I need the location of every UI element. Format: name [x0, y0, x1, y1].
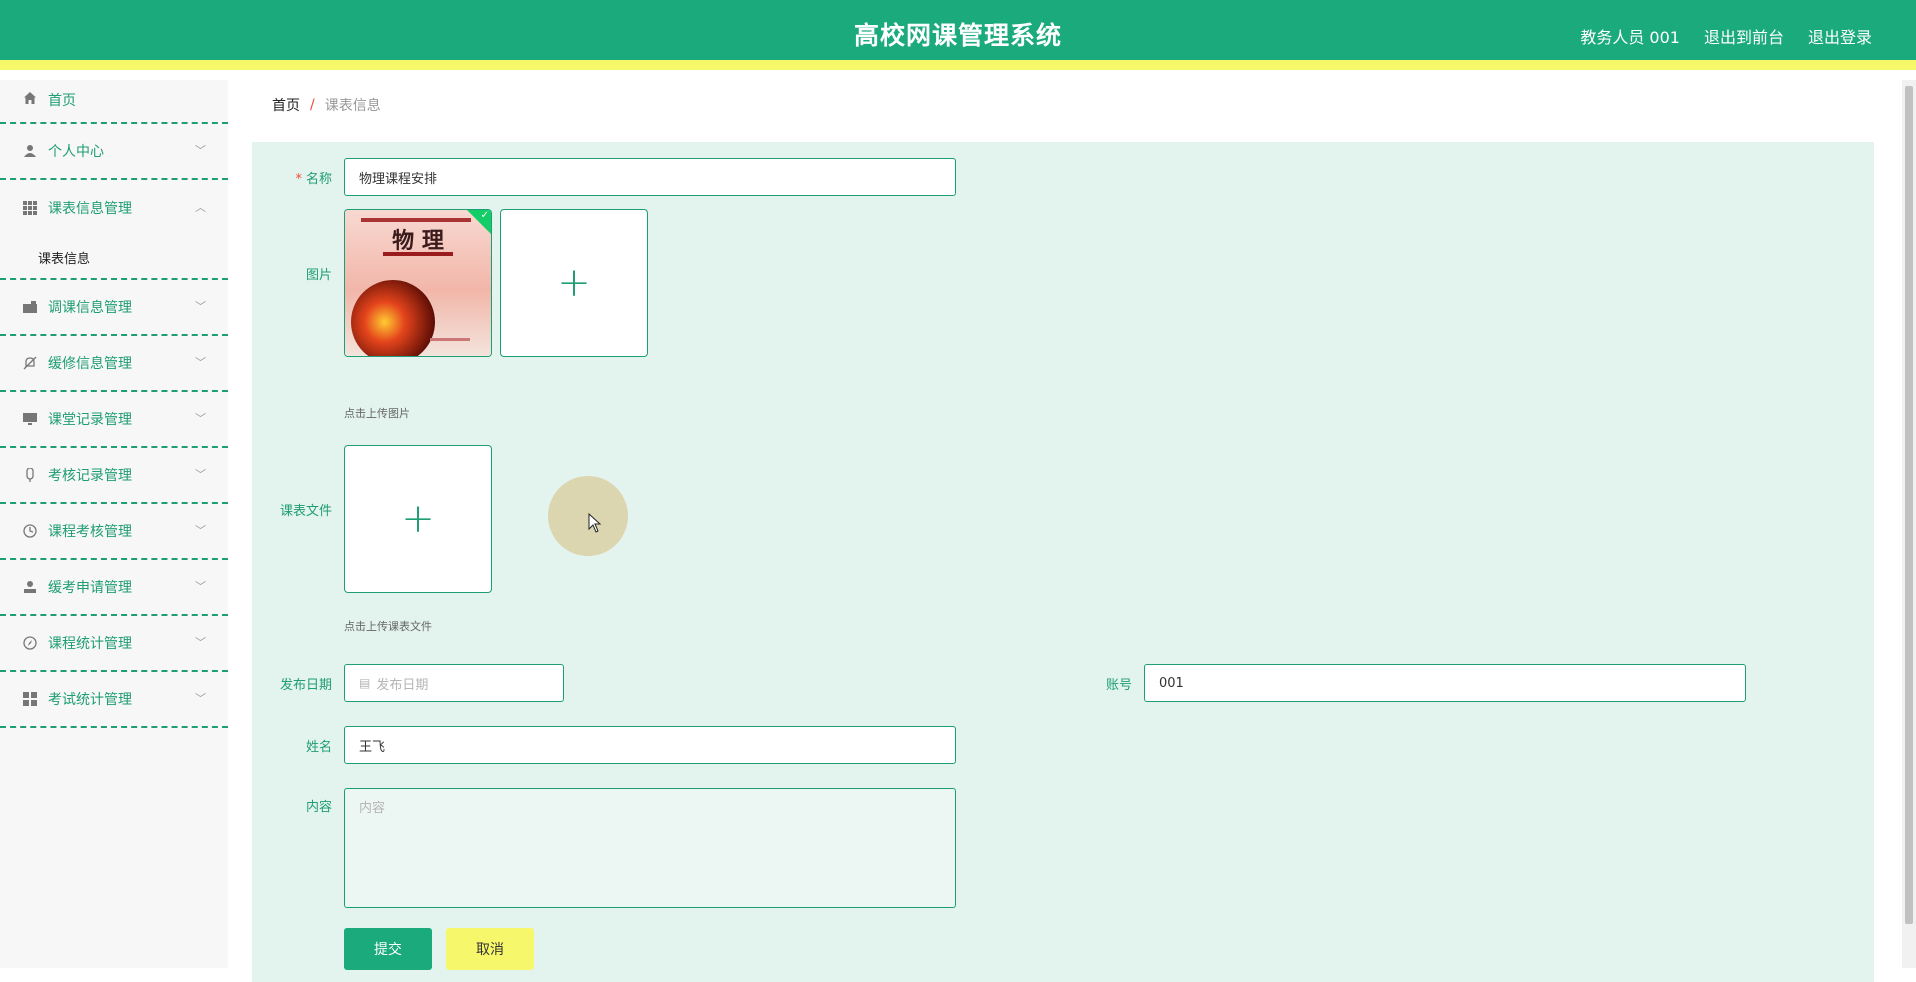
main-content: 首页 / 课表信息 * 名称 物理课程安排 图片 物 理 ✓ + 点击上传图片 … [228, 80, 1916, 982]
chevron-down-icon: ﹀ [195, 300, 206, 314]
chevron-down-icon: ﹀ [195, 692, 206, 706]
chevron-down-icon: ﹀ [195, 356, 206, 370]
breadcrumb-separator: / [310, 97, 315, 113]
plus-icon: + [401, 496, 435, 542]
file-label: 课表文件 [279, 504, 332, 519]
schedule-form: * 名称 物理课程安排 图片 物 理 ✓ + 点击上传图片 课表文件 + 点击上… [252, 142, 1874, 982]
grid-icon [22, 200, 38, 216]
sidebar-item-personal-center[interactable]: 个人中心 ﹀ [0, 124, 228, 180]
sidebar-item-home[interactable]: 首页 [0, 80, 228, 124]
breadcrumb-current: 课表信息 [324, 98, 381, 114]
date-placeholder: 发布日期 [376, 677, 429, 693]
sidebar-item-label: 课表信息管理 [48, 201, 132, 217]
page-scrollbar[interactable] [1902, 80, 1916, 968]
account-input[interactable]: 001 [1144, 664, 1746, 702]
content-label: 内容 [305, 800, 332, 815]
sidebar-item-course-statistics[interactable]: 课程统计管理 ﹀ [0, 616, 228, 672]
sidebar-item-schedule-management[interactable]: 课表信息管理 ︿ [0, 180, 228, 236]
user-name: 教务人员 001 [1580, 28, 1680, 47]
chevron-down-icon: ﹀ [195, 524, 206, 538]
monitor-icon [22, 411, 38, 427]
uploaded-image-thumbnail[interactable]: 物 理 ✓ [344, 209, 492, 357]
home-icon [22, 90, 38, 106]
chevron-down-icon: ﹀ [195, 144, 206, 158]
breadcrumb-home[interactable]: 首页 [272, 95, 300, 115]
calendar-icon: ▤ [359, 676, 371, 690]
sidebar-item-label: 缓考申请管理 [48, 580, 132, 596]
wallet-icon [22, 299, 38, 315]
sidebar-item-deferred-study[interactable]: 缓修信息管理 ﹀ [0, 336, 228, 392]
compass-icon [22, 635, 38, 651]
submit-button[interactable]: 提交 [344, 928, 432, 970]
user-icon [22, 143, 38, 159]
chevron-down-icon: ﹀ [195, 636, 206, 650]
image-upload-button[interactable]: + [500, 209, 648, 357]
chevron-down-icon: ﹀ [195, 412, 206, 426]
sidebar-item-label: 课堂记录管理 [48, 412, 132, 428]
sidebar-item-label: 课程统计管理 [48, 636, 132, 652]
sidebar-item-label: 个人中心 [48, 144, 104, 160]
sidebar-item-deferred-exam[interactable]: 缓考申请管理 ﹀ [0, 560, 228, 616]
sidebar-item-label: 考试统计管理 [48, 692, 132, 708]
sidebar-item-label: 首页 [48, 93, 76, 109]
cancel-button[interactable]: 取消 [446, 928, 534, 970]
top-bar: 高校网课管理系统 教务人员 001 退出到前台 退出登录 [0, 0, 1916, 70]
sidebar-item-class-record[interactable]: 课堂记录管理 ﹀ [0, 392, 228, 448]
person-name-label: 姓名 [305, 740, 332, 755]
sidebar: 首页 个人中心 ﹀ 课表信息管理 ︿ 课表信息 调课信息管理 ﹀ 缓修信息管理 … [0, 80, 228, 968]
check-icon: ✓ [480, 210, 489, 221]
book-title: 物 理 [392, 228, 444, 254]
sidebar-item-course-assessment[interactable]: 课程考核管理 ﹀ [0, 504, 228, 560]
name-input[interactable]: 物理课程安排 [344, 158, 956, 196]
chevron-down-icon: ﹀ [195, 580, 206, 594]
image-upload-tip: 点击上传图片 [344, 407, 410, 420]
mic-icon [22, 467, 38, 483]
breadcrumb: 首页 / 课表信息 [252, 80, 1874, 130]
chevron-up-icon: ︿ [195, 201, 206, 215]
person-icon [22, 579, 38, 595]
sidebar-item-exam-statistics[interactable]: 考试统计管理 ﹀ [0, 672, 228, 728]
content-textarea[interactable]: 内容 [344, 788, 956, 908]
logout-link[interactable]: 退出登录 [1808, 24, 1872, 48]
sidebar-group-schedule: 课表信息管理 ︿ 课表信息 [0, 180, 228, 280]
image-label: 图片 [305, 268, 332, 283]
bell-off-icon [22, 355, 38, 371]
sidebar-item-adjust-course[interactable]: 调课信息管理 ﹀ [0, 280, 228, 336]
file-upload-tip: 点击上传课表文件 [344, 620, 432, 633]
header-actions: 教务人员 001 退出到前台 退出登录 [1580, 24, 1872, 48]
clock-icon [22, 523, 38, 539]
sidebar-item-label: 调课信息管理 [48, 300, 132, 316]
apps-icon [22, 691, 38, 707]
sidebar-item-label: 课程考核管理 [48, 524, 132, 540]
file-upload-button[interactable]: + [344, 445, 492, 593]
account-label: 账号 [1105, 678, 1132, 693]
sidebar-item-label: 考核记录管理 [48, 468, 132, 484]
plus-icon: + [557, 260, 591, 306]
scrollbar-thumb[interactable] [1905, 86, 1913, 924]
sidebar-subitem-schedule-info[interactable]: 课表信息 [0, 236, 228, 278]
sidebar-item-assessment-record[interactable]: 考核记录管理 ﹀ [0, 448, 228, 504]
name-label: * 名称 [295, 172, 332, 187]
publish-date-picker[interactable]: ▤ 发布日期 [344, 664, 564, 702]
mouse-cursor-icon [588, 513, 602, 533]
person-name-input[interactable]: 王飞 [344, 726, 956, 764]
exit-to-front-link[interactable]: 退出到前台 [1704, 24, 1784, 48]
chevron-down-icon: ﹀ [195, 468, 206, 482]
sidebar-item-label: 缓修信息管理 [48, 356, 132, 372]
date-label: 发布日期 [279, 678, 332, 693]
